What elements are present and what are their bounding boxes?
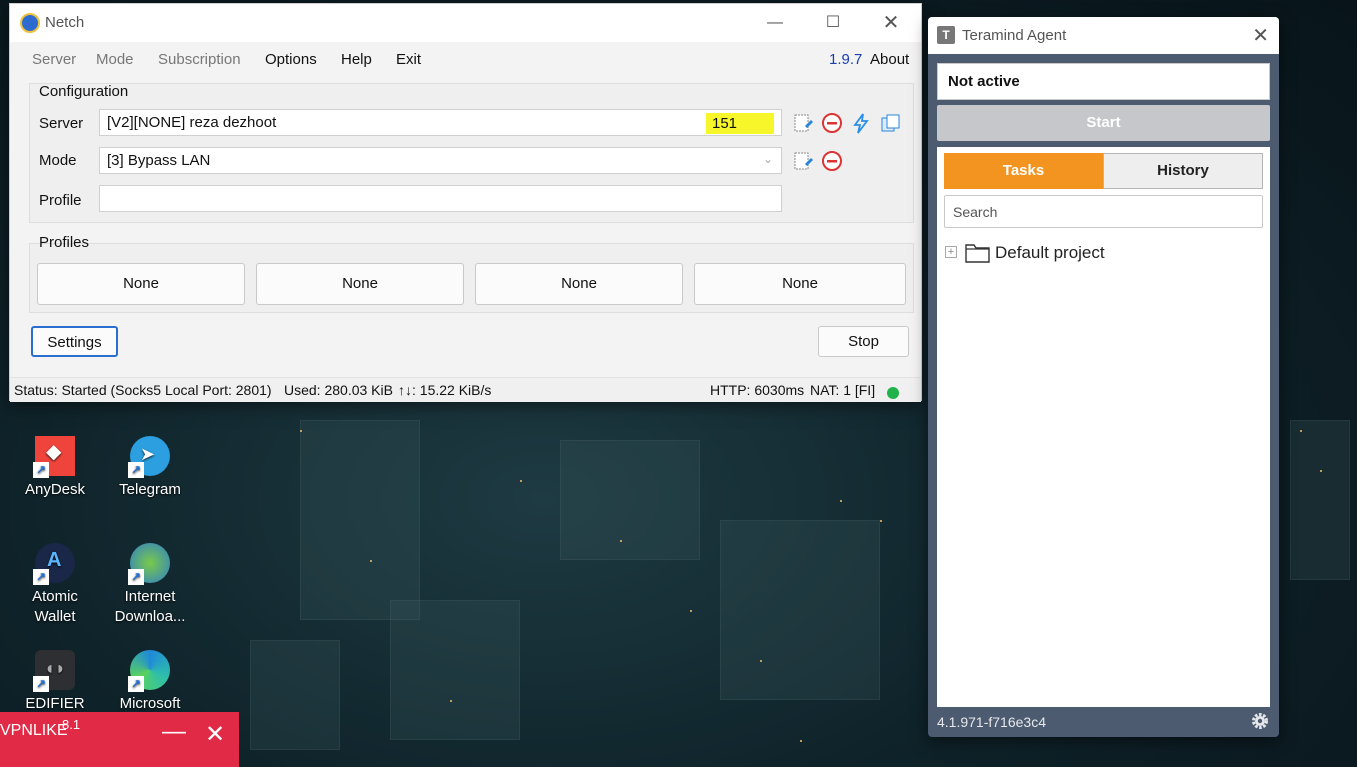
server-latency: 151 bbox=[706, 113, 774, 134]
desktop-icon-microsoft-edge[interactable]: ↗ Microsoft bbox=[105, 650, 195, 714]
nat-status: NAT: 1 [FI] bbox=[810, 382, 876, 398]
settings-button[interactable]: Settings bbox=[31, 326, 118, 357]
profiles-label: Profiles bbox=[39, 234, 90, 251]
activity-status: Not active bbox=[937, 63, 1270, 100]
window-title: Netch bbox=[45, 14, 85, 31]
gear-icon[interactable] bbox=[1250, 711, 1270, 731]
mode-label: Mode bbox=[39, 152, 77, 169]
netch-titlebar[interactable]: Netch — ☐ ✕ bbox=[10, 4, 921, 42]
shortcut-arrow-icon: ↗ bbox=[128, 569, 144, 585]
vpnlike-version: 8.1 bbox=[62, 717, 81, 732]
edifier-icon: ◖◗ ↗ bbox=[33, 650, 75, 692]
http-latency: HTTP: 6030ms bbox=[710, 382, 805, 398]
teramind-close-button[interactable]: ✕ bbox=[1252, 23, 1269, 48]
teramind-titlebar[interactable]: T Teramind Agent ✕ bbox=[928, 17, 1279, 54]
telegram-icon: ➤ ↗ bbox=[128, 436, 170, 478]
agent-version: 4.1.971-f716e3c4 bbox=[937, 714, 1046, 730]
tab-tasks[interactable]: Tasks bbox=[944, 153, 1103, 189]
configuration-label: Configuration bbox=[39, 83, 129, 100]
desktop-icon-label: Telegram bbox=[119, 481, 181, 498]
maximize-button[interactable]: ☐ bbox=[810, 9, 856, 37]
status-indicator bbox=[887, 387, 899, 399]
internet-download-manager-icon: ↗ bbox=[128, 543, 170, 585]
shortcut-arrow-icon: ↗ bbox=[128, 462, 144, 478]
atomic-wallet-icon: A ↗ bbox=[33, 543, 75, 585]
netch-app-icon bbox=[20, 13, 40, 33]
desktop-icon-idm[interactable]: ↗ Internet Downloa... bbox=[105, 543, 195, 627]
desktop-icon-label: Microsoft bbox=[119, 695, 181, 712]
desktop-icon-telegram[interactable]: ➤ ↗ Telegram bbox=[105, 436, 195, 500]
menu-exit[interactable]: Exit bbox=[396, 51, 421, 68]
speedtest-icon[interactable] bbox=[850, 112, 872, 134]
server-label: Server bbox=[39, 115, 84, 132]
desktop-icon-atomic-wallet[interactable]: A ↗ Atomic Wallet bbox=[10, 543, 100, 627]
mode-select[interactable]: [3] Bypass LAN ⌄ bbox=[99, 147, 782, 174]
edit-server-icon[interactable] bbox=[792, 112, 814, 134]
delete-server-icon[interactable] bbox=[821, 112, 843, 134]
menu-bar: Server Mode Subscription Options Help Ex… bbox=[10, 42, 921, 76]
stop-button[interactable]: Stop bbox=[818, 326, 909, 357]
menu-subscription[interactable]: Subscription bbox=[158, 51, 241, 68]
version-link[interactable]: 1.9.7 bbox=[829, 51, 862, 68]
vpnlike-minimize-button[interactable]: — bbox=[162, 718, 186, 746]
server-value: [V2][NONE] reza dezhoot bbox=[107, 114, 277, 131]
speed-text: ↑↓: 15.22 KiB/s bbox=[398, 382, 492, 398]
profile-button-3[interactable]: None bbox=[475, 263, 683, 305]
start-button[interactable]: Start bbox=[937, 105, 1270, 141]
teramind-window: T Teramind Agent ✕ Not active Start Task… bbox=[928, 17, 1279, 737]
profile-label: Profile bbox=[39, 192, 82, 209]
teramind-title: Teramind Agent bbox=[962, 27, 1067, 44]
profile-button-4[interactable]: None bbox=[694, 263, 906, 305]
copy-server-icon[interactable] bbox=[879, 112, 901, 134]
edge-icon: ↗ bbox=[128, 650, 170, 692]
tab-history[interactable]: History bbox=[1103, 153, 1263, 189]
profile-button-2[interactable]: None bbox=[256, 263, 464, 305]
shortcut-arrow-icon: ↗ bbox=[33, 569, 49, 585]
used-text: Used: 280.03 KiB bbox=[284, 382, 393, 398]
teramind-logo-icon: T bbox=[937, 26, 955, 44]
desktop-icon-anydesk[interactable]: ◆ ↗ AnyDesk bbox=[10, 436, 100, 500]
expand-icon[interactable]: + bbox=[945, 246, 957, 258]
desktop-icon-label: Internet Downloa... bbox=[114, 588, 186, 625]
desktop-icon-edifier[interactable]: ◖◗ ↗ EDIFIER bbox=[10, 650, 100, 714]
delete-mode-icon[interactable] bbox=[821, 150, 843, 172]
desktop-icon-label: AnyDesk bbox=[24, 481, 86, 498]
minimize-button[interactable]: — bbox=[752, 9, 798, 37]
desktop-icon-label: Atomic Wallet bbox=[32, 588, 78, 625]
menu-options[interactable]: Options bbox=[265, 51, 317, 68]
netch-window: Netch — ☐ ✕ Server Mode Subscription Opt… bbox=[9, 3, 922, 402]
profile-input[interactable] bbox=[99, 185, 782, 212]
profile-button-1[interactable]: None bbox=[37, 263, 245, 305]
menu-about[interactable]: About bbox=[870, 51, 909, 68]
edit-mode-icon[interactable] bbox=[792, 150, 814, 172]
close-button[interactable]: ✕ bbox=[868, 9, 914, 37]
vpnlike-title: VPNLIKE bbox=[0, 722, 68, 739]
vpnlike-window: VPNLIKE 8.1 — ✕ bbox=[0, 712, 239, 767]
status-bar: Status: Started (Socks5 Local Port: 2801… bbox=[10, 377, 921, 402]
shortcut-arrow-icon: ↗ bbox=[33, 676, 49, 692]
server-select[interactable]: [V2][NONE] reza dezhoot bbox=[99, 109, 782, 136]
shortcut-arrow-icon: ↗ bbox=[33, 462, 49, 478]
search-input[interactable] bbox=[944, 195, 1263, 228]
mode-value: [3] Bypass LAN bbox=[107, 152, 211, 169]
shortcut-arrow-icon: ↗ bbox=[128, 676, 144, 692]
menu-server[interactable]: Server bbox=[32, 51, 76, 68]
project-item[interactable]: Default project bbox=[995, 243, 1105, 263]
menu-help[interactable]: Help bbox=[341, 51, 372, 68]
chevron-down-icon: ⌄ bbox=[762, 152, 773, 166]
anydesk-icon: ◆ ↗ bbox=[33, 436, 75, 478]
status-text: Status: Started (Socks5 Local Port: 2801… bbox=[14, 382, 272, 398]
tasks-panel: Tasks History + Default project bbox=[937, 147, 1270, 707]
desktop-icon-label: EDIFIER bbox=[25, 695, 85, 712]
menu-mode[interactable]: Mode bbox=[96, 51, 134, 68]
folder-icon bbox=[965, 244, 990, 263]
vpnlike-close-button[interactable]: ✕ bbox=[205, 720, 225, 749]
